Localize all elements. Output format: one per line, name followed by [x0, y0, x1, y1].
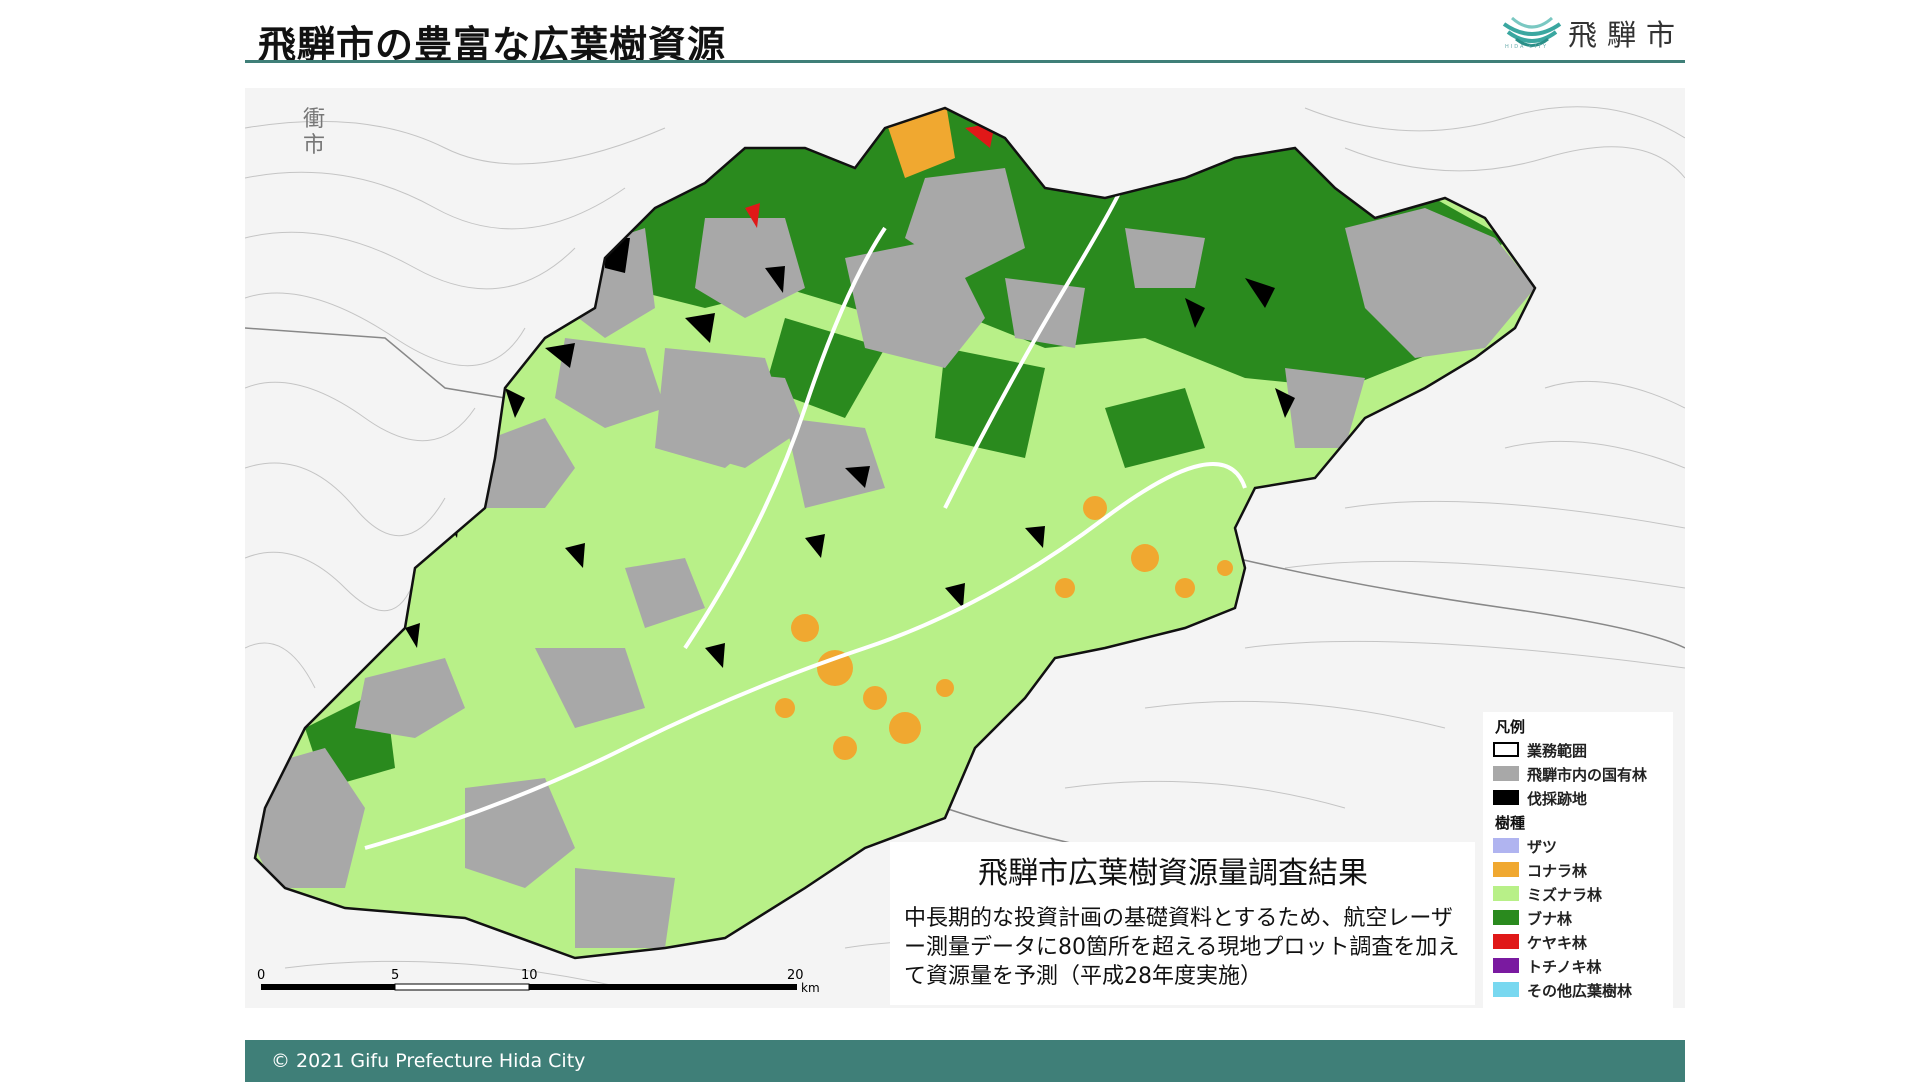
scale-tick-label: 10: [521, 968, 538, 983]
legend-item-national-forest: 飛騨市内の国有林: [1493, 764, 1673, 784]
legend-label: ケヤキ林: [1527, 934, 1588, 952]
scale-tick-label: 5: [391, 968, 399, 983]
legend-label: ミズナラ林: [1527, 886, 1603, 904]
footer-bar: © 2021 Gifu Prefecture Hida City: [245, 1040, 1685, 1082]
survey-info-title: 飛騨市広葉樹資源量調査結果: [978, 856, 1368, 891]
legend-label: ブナ林: [1527, 910, 1573, 928]
scale-unit-label: km: [801, 981, 820, 995]
legend-swatch-tochinoki: [1493, 958, 1519, 973]
legend-item-species: コナラ林: [1493, 860, 1673, 880]
legend-swatch-mizunara: [1493, 886, 1519, 901]
legend-item-species: トチノキ林: [1493, 956, 1673, 976]
national-forest-area: [1125, 228, 1205, 288]
scale-bar-segment: [261, 984, 395, 990]
scale-bar-segment: [394, 983, 530, 991]
legend-swatch-buna: [1493, 910, 1519, 925]
map-place-label: 市: [303, 133, 325, 158]
legend-item-area: 業務範囲: [1493, 740, 1673, 760]
scale-tick-label: 0: [257, 968, 265, 983]
legend-label: 飛騨市内の国有林: [1527, 766, 1648, 784]
legend-swatch-boundary: [1493, 742, 1519, 757]
legend-label: 業務範囲: [1527, 742, 1588, 760]
legend-item-species: ブナ林: [1493, 908, 1673, 928]
legend-swatch-national-forest: [1493, 766, 1519, 781]
legend-swatch-clearcut: [1493, 790, 1519, 805]
legend-label: その他広葉樹林: [1527, 982, 1633, 1000]
survey-info-box: 飛騨市広葉樹資源量調査結果 中長期的な投資計画の基礎資料とするため、航空レーザー…: [890, 842, 1475, 1005]
national-forest-area: [1005, 278, 1085, 348]
legend-label: 伐採跡地: [1527, 790, 1588, 808]
legend-label: ザツ: [1527, 838, 1558, 856]
legend-item-species: ケヤキ林: [1493, 932, 1673, 952]
legend-label: トチノキ林: [1527, 958, 1602, 976]
legend-title: 凡例: [1495, 718, 1526, 736]
city-logo-subtext: HIDA CITY: [1505, 44, 1549, 50]
legend-item-clearcut: 伐採跡地: [1493, 788, 1673, 808]
scale-bar-segment: [529, 984, 797, 990]
city-logo-name: 飛騨市: [1568, 18, 1686, 52]
legend-species-title: 樹種: [1495, 814, 1526, 832]
map-legend: 凡例 業務範囲 飛騨市内の国有林 伐採跡地 樹種 ザツ コナラ林 ミズナラ林 ブ…: [1483, 712, 1673, 1008]
legend-item-species: その他広葉樹林: [1493, 980, 1673, 1000]
national-forest-area: [575, 868, 675, 948]
legend-swatch-other: [1493, 982, 1519, 997]
legend-item-species: ザツ: [1493, 836, 1673, 856]
legend-swatch-zatsu: [1493, 838, 1519, 853]
survey-info-body: 中長期的な投資計画の基礎資料とするため、航空レーザー測量データに80箇所を超える…: [904, 906, 1460, 989]
legend-swatch-keyaki: [1493, 934, 1519, 949]
legend-label: コナラ林: [1527, 862, 1588, 880]
title-divider: [245, 60, 1685, 63]
legend-swatch-konara: [1493, 862, 1519, 877]
map-place-label: 衝: [303, 107, 325, 132]
footer-copyright: © 2021 Gifu Prefecture Hida City: [271, 1050, 586, 1072]
legend-item-species: ミズナラ林: [1493, 884, 1673, 904]
